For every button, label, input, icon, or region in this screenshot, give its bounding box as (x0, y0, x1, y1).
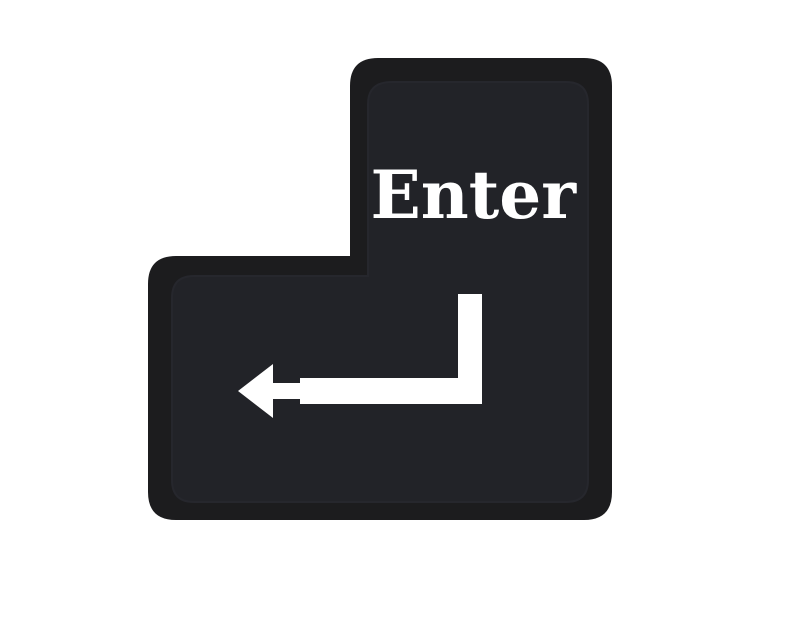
enter-key-illustration: Enter (0, 0, 800, 625)
key-label: Enter (370, 156, 577, 234)
enter-key: Enter (148, 58, 612, 520)
key-cap-surface (171, 81, 589, 503)
